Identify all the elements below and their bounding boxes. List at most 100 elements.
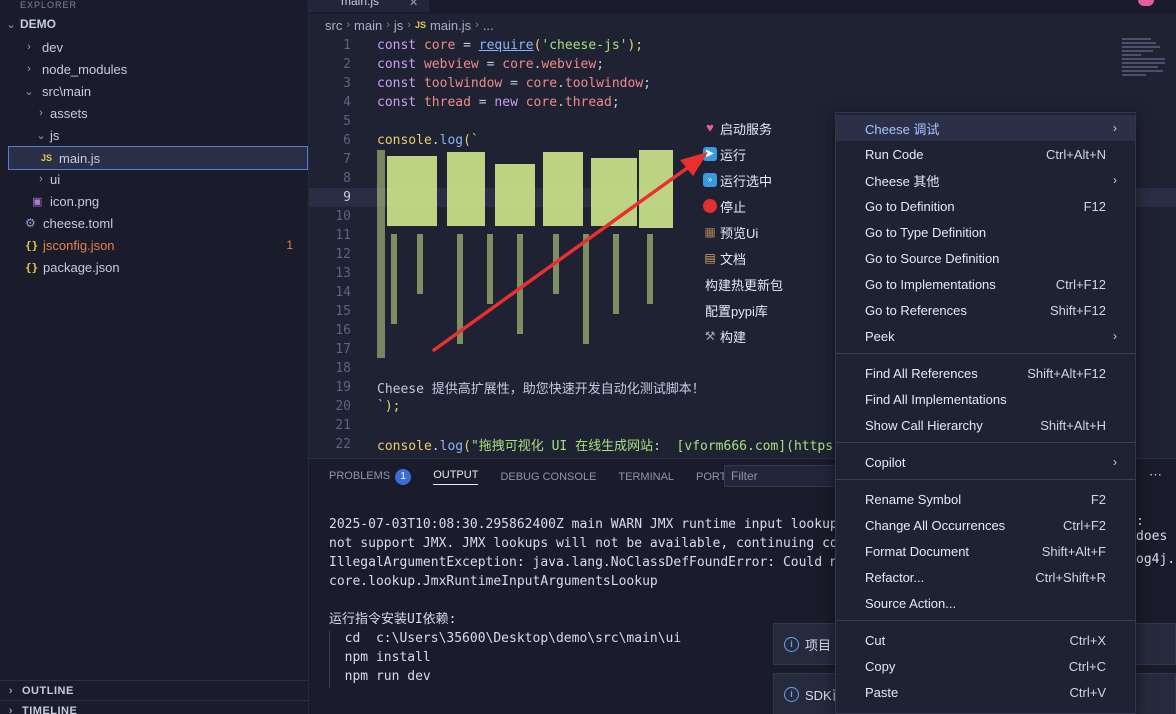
- chevron-right-icon: ›: [346, 19, 351, 31]
- submenu-build-hot-update[interactable]: 构建热更新包: [705, 271, 783, 297]
- vscode-window: EXPLORER ⌄ DEMO › dev › node_modules ⌄ s…: [0, 0, 1176, 714]
- menu-copilot[interactable]: Copilot ›: [836, 449, 1135, 475]
- line-number: 5: [343, 114, 351, 129]
- tab-label: main.js: [341, 0, 380, 8]
- menu-go-to-references[interactable]: Go to References Shift+F12: [836, 297, 1135, 323]
- submenu-run-selected[interactable]: » 运行选中: [703, 167, 772, 193]
- menu-go-to-definition[interactable]: Go to Definition F12: [836, 193, 1135, 219]
- heart-icon[interactable]: [1138, 0, 1154, 6]
- code-text: `);: [377, 399, 401, 414]
- menu-go-to-implementations[interactable]: Go to Implementations Ctrl+F12: [836, 271, 1135, 297]
- tree-folder-src-main[interactable]: ⌄ src\main: [0, 80, 309, 102]
- line-number: 15: [335, 304, 351, 319]
- tab-problems[interactable]: PROBLEMS 1: [329, 469, 412, 485]
- breadcrumb-item[interactable]: js: [394, 18, 403, 33]
- chevron-right-icon: ›: [475, 19, 479, 31]
- cheese-debug-submenu: ♥ 启动服务 ▶ 运行 » 运行选中 停止 ▦ 预览Ui ▤ 文档 构建热更新包 配置py…: [673, 112, 835, 352]
- code-line: 2 const webview = core.webview;: [309, 55, 1176, 74]
- output-filter-input[interactable]: Filter: [724, 465, 839, 487]
- tree-file-package-json[interactable]: {} package.json: [0, 256, 309, 278]
- line-number: 14: [335, 285, 351, 300]
- menu-paste[interactable]: Paste Ctrl+V: [836, 679, 1135, 705]
- tab-output[interactable]: OUTPUT: [433, 469, 479, 485]
- chevron-right-icon: ›: [39, 107, 43, 119]
- tree-folder-node-modules[interactable]: › node_modules: [0, 58, 309, 80]
- breadcrumb-item[interactable]: ...: [483, 18, 494, 33]
- tree-root-demo[interactable]: ⌄ DEMO: [0, 13, 309, 35]
- code-text: console.log(`: [377, 133, 479, 148]
- tab-main-js[interactable]: main.js ✕: [309, 0, 429, 12]
- tree-folder-js[interactable]: ⌄ js: [0, 124, 309, 146]
- menu-show-call-hierarchy[interactable]: Show Call Hierarchy Shift+Alt+H: [836, 412, 1135, 438]
- tree-root-label: DEMO: [20, 17, 56, 31]
- problems-count-badge: 1: [395, 469, 412, 485]
- tree-file-icon-png[interactable]: ▣ icon.png: [0, 190, 309, 212]
- chevron-right-icon: ›: [27, 63, 31, 75]
- submenu-build[interactable]: ⚒ 构建: [703, 323, 746, 349]
- menu-format-document[interactable]: Format Document Shift+Alt+F: [836, 538, 1135, 564]
- menu-rename-symbol[interactable]: Rename Symbol F2: [836, 486, 1135, 512]
- chevron-right-icon: ›: [407, 19, 411, 31]
- tree-folder-ui[interactable]: › ui: [0, 168, 309, 190]
- breadcrumb-item[interactable]: main.js: [430, 18, 471, 33]
- ascii-art-banner: [377, 150, 677, 358]
- menu-cheese-debug[interactable]: Cheese 调试 ›: [836, 115, 1135, 141]
- tree-file-main-js[interactable]: JS main.js: [8, 146, 308, 170]
- menu-source-action[interactable]: Source Action...: [836, 590, 1135, 616]
- menu-copy[interactable]: Copy Ctrl+C: [836, 653, 1135, 679]
- tree-folder-assets[interactable]: › assets: [0, 102, 309, 124]
- breadcrumb-item[interactable]: main: [354, 18, 382, 33]
- submenu-config-pypi[interactable]: 配置pypi库: [705, 297, 768, 323]
- chevron-right-icon: ›: [1113, 329, 1117, 343]
- line-number: 22: [335, 437, 351, 452]
- tree-label: jsconfig.json: [43, 237, 115, 253]
- menu-refactor[interactable]: Refactor... Ctrl+Shift+R: [836, 564, 1135, 590]
- submenu-stop[interactable]: 停止: [703, 193, 746, 219]
- menu-cheese-other[interactable]: Cheese 其他 ›: [836, 167, 1135, 193]
- menu-cut[interactable]: Cut Ctrl+X: [836, 627, 1135, 653]
- outline-label: OUTLINE: [22, 684, 74, 697]
- menu-find-all-references[interactable]: Find All References Shift+Alt+F12: [836, 360, 1135, 386]
- javascript-file-icon: JS: [41, 153, 53, 163]
- line-number: 4: [343, 95, 351, 110]
- output-overflow-2: og4j.: [1136, 552, 1176, 567]
- breadcrumb-item[interactable]: src: [325, 18, 342, 33]
- notification-text: 项目: [805, 637, 832, 653]
- chevron-right-icon: ›: [1113, 455, 1117, 469]
- line-number: 21: [335, 418, 351, 433]
- menu-peek[interactable]: Peek ›: [836, 323, 1135, 349]
- menu-go-to-type-definition[interactable]: Go to Type Definition: [836, 219, 1135, 245]
- gear-icon: ⚙: [25, 216, 36, 230]
- fast-forward-icon: »: [703, 173, 717, 187]
- menu-change-all-occurrences[interactable]: Change All Occurrences Ctrl+F2: [836, 512, 1135, 538]
- javascript-file-icon: JS: [414, 20, 426, 30]
- chevron-down-icon: ⌄: [6, 18, 16, 31]
- tree-file-jsconfig-json[interactable]: {} jsconfig.json 1: [0, 234, 309, 256]
- code-text: const thread = new core.thread;: [377, 95, 620, 110]
- line-number: 13: [335, 266, 351, 281]
- chevron-right-icon: ›: [8, 684, 14, 697]
- info-icon: i: [784, 636, 799, 652]
- menu-run-code[interactable]: Run Code Ctrl+Alt+N: [836, 141, 1135, 167]
- submenu-docs[interactable]: ▤ 文档: [703, 245, 746, 271]
- tree-folder-dev[interactable]: › dev: [0, 36, 309, 58]
- timeline-section[interactable]: › TIMELINE: [0, 700, 309, 714]
- play-icon: ▶: [703, 147, 717, 161]
- close-icon[interactable]: ✕: [409, 0, 418, 9]
- tab-debug-console[interactable]: DEBUG CONSOLE: [500, 471, 596, 483]
- menu-find-all-implementations[interactable]: Find All Implementations: [836, 386, 1135, 412]
- output-log: 2025-07-03T10:08:30.295862400Z main WARN…: [329, 517, 846, 684]
- submenu-preview-ui[interactable]: ▦ 预览Ui: [703, 219, 758, 245]
- tab-terminal[interactable]: TERMINAL: [618, 471, 674, 483]
- submenu-start-service[interactable]: ♥ 启动服务: [703, 115, 772, 141]
- chevron-right-icon: ›: [27, 41, 31, 53]
- indent-guide: [329, 631, 330, 688]
- menu-go-to-source-definition[interactable]: Go to Source Definition: [836, 245, 1135, 271]
- editor-tab-bar: main.js ✕: [309, 0, 1176, 14]
- tree-file-cheese-toml[interactable]: ⚙ cheese.toml: [0, 212, 309, 234]
- outline-section[interactable]: › OUTLINE: [0, 680, 309, 700]
- line-number: 11: [335, 228, 351, 243]
- submenu-run[interactable]: ▶ 运行: [703, 141, 746, 167]
- menu-separator: [836, 442, 1135, 443]
- more-actions-icon[interactable]: ⋯: [1149, 467, 1162, 483]
